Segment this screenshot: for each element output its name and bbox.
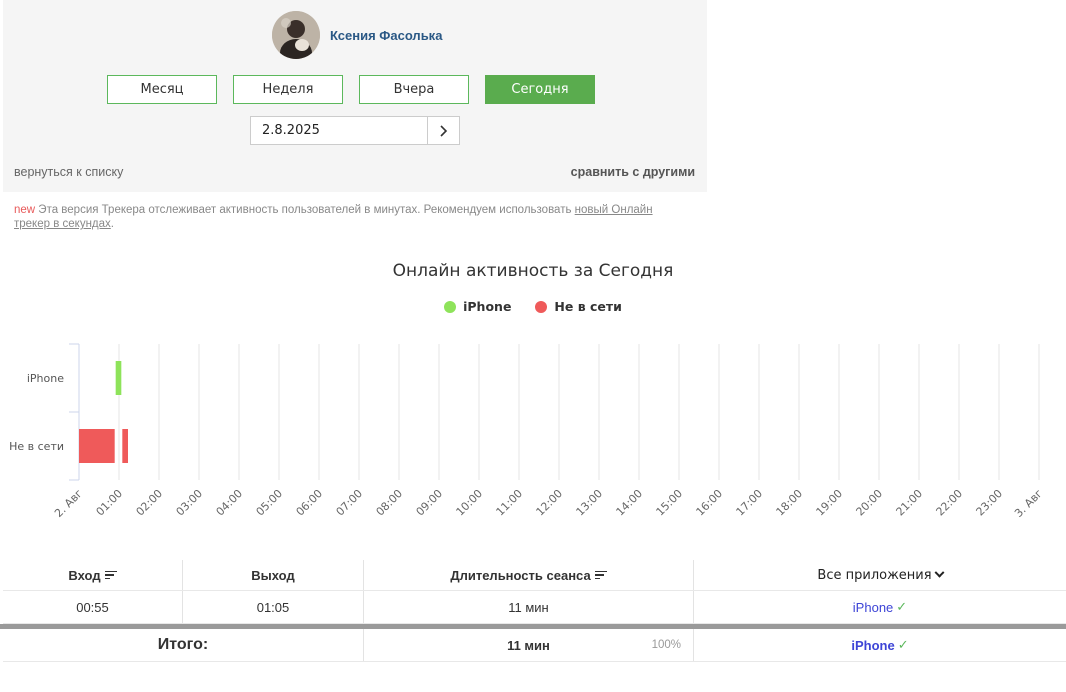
x-tick-label: 11:00: [494, 487, 526, 519]
total-label: Итого:: [3, 629, 364, 661]
notice-tail: .: [110, 218, 114, 230]
chevron-right-icon: [439, 124, 447, 137]
row-duration: 11 мин: [364, 591, 694, 623]
y-category-label: iPhone: [27, 372, 64, 385]
header-exit-label: Выход: [251, 567, 295, 583]
compare-link[interactable]: сравнить с другими: [571, 165, 695, 179]
notice-text: Эта версия Трекера отслеживает активност…: [35, 204, 575, 216]
activity-chart: 2. Авг 01:00 02:00 03:00 04:00 05:00 06:00 07:0…: [9, 343, 1045, 520]
header-exit: Выход: [183, 560, 364, 590]
date-input[interactable]: 2.8.2025: [250, 116, 428, 145]
period-button-yesterday[interactable]: Вчера: [359, 75, 469, 104]
total-percent: 100%: [651, 639, 681, 651]
x-tick-label: 05:00: [254, 487, 286, 519]
row-exit: 01:05: [183, 591, 364, 623]
back-to-list-link[interactable]: вернуться к списку: [14, 165, 123, 179]
x-tick-label: 14:00: [614, 487, 646, 519]
legend-label-offline: Не в сети: [554, 299, 622, 314]
row-enter: 00:55: [3, 591, 183, 623]
version-notice: new Эта версия Трекера отслеживает актив…: [14, 203, 674, 231]
header-apps-dropdown[interactable]: Все приложения: [694, 560, 1066, 590]
legend-dot-offline: [535, 300, 548, 313]
table-header: Вход Выход Длительность сеанса Все прило…: [3, 560, 1066, 591]
x-tick-label: 16:00: [694, 487, 726, 519]
header-enter-label: Вход: [68, 567, 101, 583]
next-date-button[interactable]: [427, 116, 460, 145]
x-tick-label: 10:00: [454, 487, 486, 519]
x-tick-label: 09:00: [414, 487, 446, 519]
legend-dot-iphone: [444, 300, 457, 313]
chart-title: Онлайн активность за Сегодня: [392, 261, 674, 281]
x-tick-label: 07:00: [334, 487, 366, 519]
x-tick-label: 02:00: [134, 487, 166, 519]
header-duration-label: Длительность сеанса: [450, 567, 591, 583]
total-duration-cell: 11 мин 100%: [364, 629, 694, 661]
x-tick-label: 17:00: [734, 487, 766, 519]
x-tick-label: 15:00: [654, 487, 686, 519]
activity-segment: [79, 429, 115, 463]
sort-icon: [594, 570, 607, 580]
avatar[interactable]: [272, 11, 320, 59]
legend-item-offline[interactable]: Не в сети: [535, 299, 622, 314]
x-tick-label: 13:00: [574, 487, 606, 519]
legend-label-iphone: iPhone: [463, 299, 512, 314]
x-tick-label: 03:00: [174, 487, 206, 519]
chevron-down-icon: [934, 567, 945, 578]
x-tick-label: 22:00: [934, 487, 966, 519]
x-tick-label: 20:00: [854, 487, 886, 519]
period-button-today[interactable]: Сегодня: [485, 75, 595, 104]
x-tick-label: 23:00: [974, 487, 1006, 519]
x-tick-label: 08:00: [374, 487, 406, 519]
total-duration: 11 мин: [507, 637, 550, 653]
check-icon: ✓: [896, 599, 908, 614]
new-badge: new: [14, 204, 36, 216]
header-panel: Ксения Фасолька Месяц Неделя Вчера Сегод…: [3, 0, 707, 192]
row-app: iPhone ✓: [694, 591, 1066, 623]
x-tick-label: 21:00: [894, 487, 926, 519]
x-tick-label: 19:00: [814, 487, 846, 519]
x-tick-label: 12:00: [534, 487, 566, 519]
avatar-image: [272, 11, 320, 59]
x-tick-label: 3. Авг: [1012, 487, 1045, 520]
legend-item-iphone[interactable]: iPhone: [444, 299, 511, 314]
total-app-name: iPhone: [851, 637, 895, 653]
x-tick-label: 18:00: [774, 487, 806, 519]
x-tick-label: 04:00: [214, 487, 246, 519]
header-apps-label: Все приложения: [817, 567, 932, 583]
user-name[interactable]: Ксения Фасолька: [330, 28, 442, 43]
activity-segment: [115, 361, 122, 395]
activity-segment: [122, 429, 128, 463]
check-icon: ✓: [897, 637, 909, 652]
y-category-label: Не в сети: [9, 440, 64, 453]
sort-icon: [104, 570, 117, 580]
chart-legend: iPhone Не в сети: [0, 299, 1066, 314]
header-duration[interactable]: Длительность сеанса: [364, 560, 694, 590]
row-app-name: iPhone: [852, 599, 894, 615]
table-row-total: Итого: 11 мин 100% iPhone ✓: [3, 629, 1066, 662]
total-app: iPhone ✓: [694, 629, 1066, 661]
x-tick-label: 06:00: [294, 487, 326, 519]
header-enter[interactable]: Вход: [3, 560, 183, 590]
x-tick-label: 2. Авг: [52, 487, 85, 520]
period-button-month[interactable]: Месяц: [107, 75, 217, 104]
x-tick-label: 01:00: [94, 487, 126, 519]
table-row: 00:55 01:05 11 мин iPhone ✓: [3, 591, 1066, 624]
period-button-week[interactable]: Неделя: [233, 75, 343, 104]
